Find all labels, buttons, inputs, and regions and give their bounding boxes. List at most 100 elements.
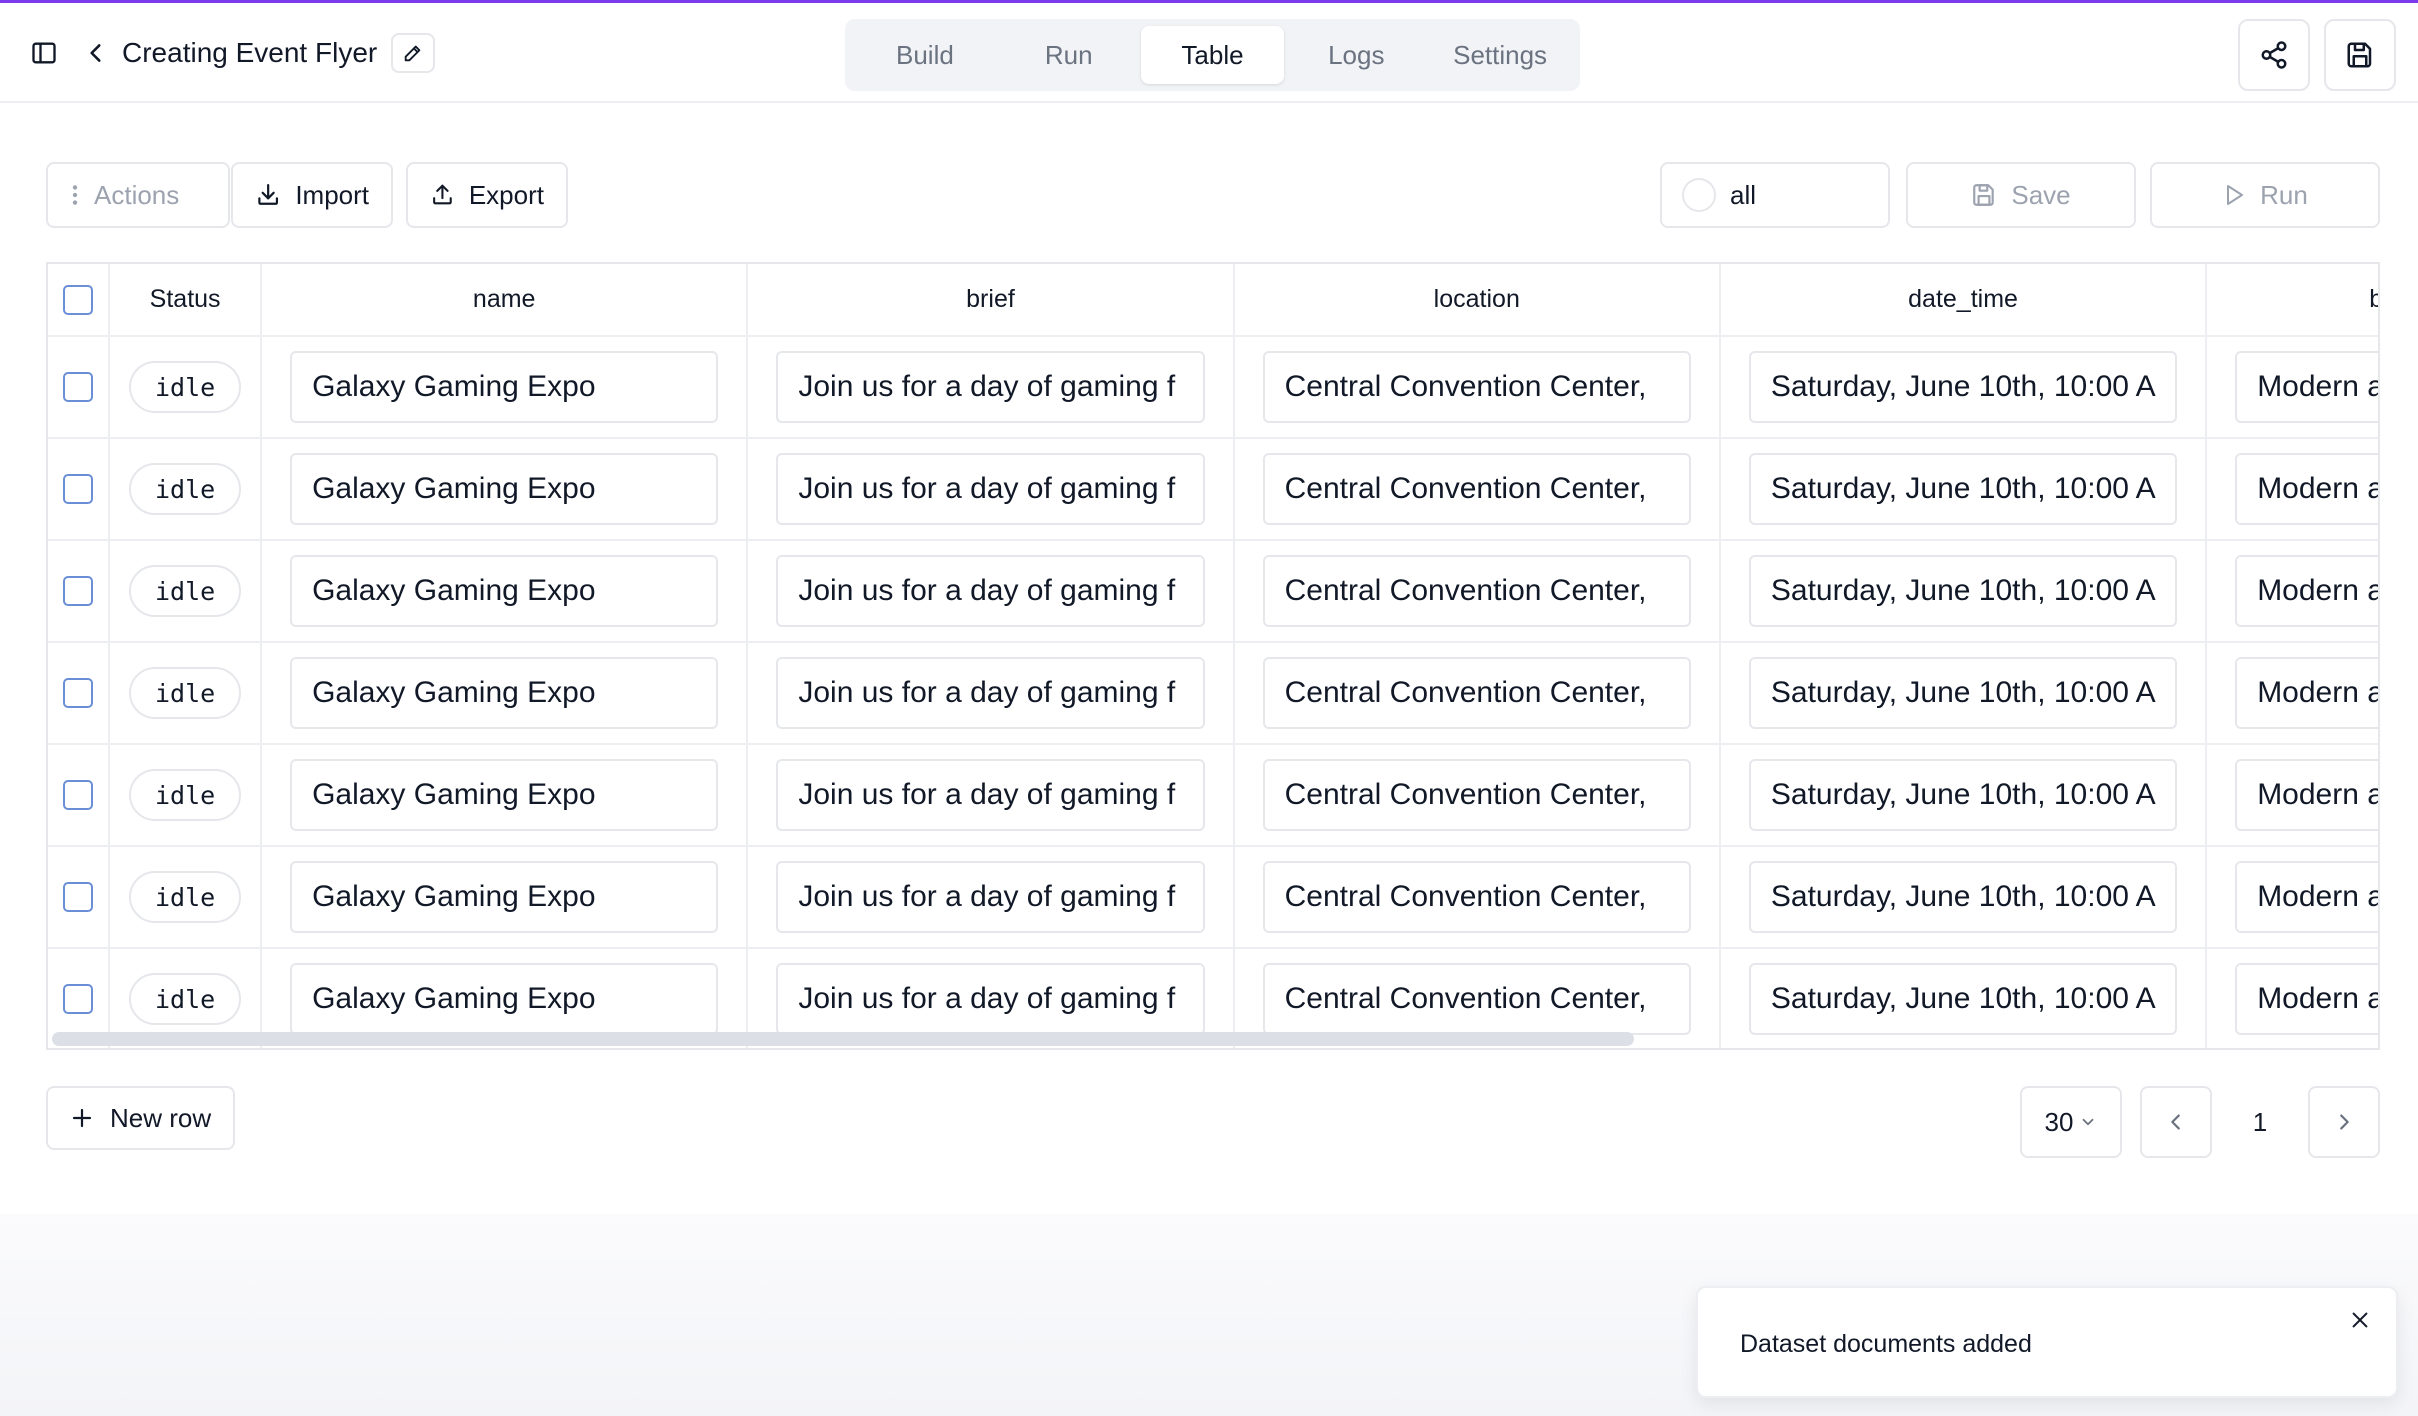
page-size-value: 30	[2044, 1106, 2074, 1137]
row-checkbox[interactable]	[63, 780, 94, 810]
row-filter-select[interactable]: all	[1660, 162, 1890, 228]
new-row-button[interactable]: New row	[46, 1086, 236, 1150]
status-badge: idle	[129, 871, 242, 923]
location-input[interactable]: Central Convention Center,	[1262, 759, 1691, 831]
brand-color-input[interactable]: Modern and sleek	[2235, 657, 2378, 729]
brand-color-input[interactable]: Modern and sleek	[2235, 861, 2378, 933]
next-page-button[interactable]	[2308, 1086, 2380, 1158]
tab-build[interactable]: Build	[853, 26, 997, 84]
date-time-input[interactable]: Saturday, June 10th, 10:00 A	[1748, 351, 2178, 423]
vertical-dots-icon	[72, 185, 78, 205]
name-input[interactable]: Galaxy Gaming Expo	[290, 861, 719, 933]
back-button[interactable]	[76, 33, 116, 73]
column-header-location[interactable]: location	[1233, 264, 1721, 337]
table-row: idle Galaxy Gaming Expo Join us for a da…	[48, 438, 2378, 541]
sidebar-toggle-icon	[32, 42, 56, 64]
date-time-input[interactable]: Saturday, June 10th, 10:00 A	[1748, 861, 2178, 933]
row-checkbox[interactable]	[63, 678, 94, 708]
run-label: Run	[2260, 179, 2308, 210]
location-input[interactable]: Central Convention Center,	[1262, 555, 1691, 627]
brand-color-input[interactable]: Modern and sleek	[2235, 759, 2378, 831]
import-button[interactable]: Import	[231, 162, 393, 228]
row-checkbox[interactable]	[63, 372, 94, 402]
status-cell: idle	[109, 438, 263, 541]
name-input[interactable]: Galaxy Gaming Expo	[290, 759, 719, 831]
page-size-select[interactable]: 30	[2020, 1086, 2122, 1158]
new-row-label: New row	[110, 1102, 212, 1133]
floppy-disk-icon	[1973, 184, 1995, 206]
save-flow-button[interactable]	[2324, 19, 2396, 91]
location-input[interactable]: Central Convention Center,	[1262, 861, 1691, 933]
tab-run[interactable]: Run	[997, 26, 1141, 84]
brief-input[interactable]: Join us for a day of gaming f	[776, 351, 1205, 423]
location-cell: Central Convention Center,	[1233, 540, 1721, 643]
location-cell: Central Convention Center,	[1233, 846, 1721, 949]
row-checkbox[interactable]	[63, 474, 94, 504]
brief-input[interactable]: Join us for a day of gaming f	[776, 759, 1205, 831]
location-input[interactable]: Central Convention Center,	[1262, 963, 1691, 1035]
status-cell: idle	[109, 744, 263, 847]
sidebar-toggle-button[interactable]	[24, 33, 64, 73]
column-header-status[interactable]: Status	[109, 264, 263, 337]
horizontal-scrollbar[interactable]	[52, 1032, 1634, 1046]
dataset-table: Status name brief location date_time bra…	[46, 262, 2380, 1050]
date-time-cell: Saturday, June 10th, 10:00 A	[1719, 336, 2208, 439]
date-time-cell: Saturday, June 10th, 10:00 A	[1719, 438, 2208, 541]
date-time-cell: Saturday, June 10th, 10:00 A	[1719, 948, 2208, 1048]
tab-settings[interactable]: Settings	[1428, 26, 1572, 84]
brief-input[interactable]: Join us for a day of gaming f	[776, 555, 1205, 627]
table-header-row: Status name brief location date_time bra…	[48, 264, 2378, 337]
brief-input[interactable]: Join us for a day of gaming f	[776, 963, 1205, 1035]
row-checkbox[interactable]	[63, 576, 94, 606]
row-checkbox[interactable]	[63, 882, 94, 912]
name-cell: Galaxy Gaming Expo	[261, 438, 749, 541]
previous-page-button[interactable]	[2140, 1086, 2212, 1158]
edit-title-button[interactable]	[391, 33, 436, 73]
brand-color-input[interactable]: Modern and sleek	[2235, 555, 2378, 627]
name-input[interactable]: Galaxy Gaming Expo	[290, 657, 719, 729]
date-time-input[interactable]: Saturday, June 10th, 10:00 A	[1748, 657, 2178, 729]
status-badge: idle	[129, 463, 242, 515]
location-input[interactable]: Central Convention Center,	[1262, 453, 1691, 525]
brief-input[interactable]: Join us for a day of gaming f	[776, 453, 1205, 525]
name-input[interactable]: Galaxy Gaming Expo	[290, 555, 719, 627]
location-input[interactable]: Central Convention Center,	[1262, 657, 1691, 729]
filter-label: all	[1730, 179, 1757, 210]
row-select-cell	[48, 438, 111, 541]
date-time-input[interactable]: Saturday, June 10th, 10:00 A	[1748, 555, 2178, 627]
date-time-cell: Saturday, June 10th, 10:00 A	[1719, 540, 2208, 643]
brand-color-cell: Modern and sleek	[2206, 846, 2378, 949]
brief-input[interactable]: Join us for a day of gaming f	[776, 657, 1205, 729]
row-checkbox[interactable]	[63, 984, 94, 1014]
select-all-checkbox[interactable]	[63, 284, 94, 315]
brand-color-input[interactable]: Modern and sleek	[2235, 453, 2378, 525]
brief-cell: Join us for a day of gaming f	[747, 336, 1235, 439]
tab-table[interactable]: Table	[1140, 26, 1285, 84]
save-button[interactable]: Save	[1906, 162, 2136, 228]
name-input[interactable]: Galaxy Gaming Expo	[290, 453, 719, 525]
run-button[interactable]: Run	[2150, 162, 2380, 228]
date-time-input[interactable]: Saturday, June 10th, 10:00 A	[1748, 453, 2178, 525]
tab-logs[interactable]: Logs	[1284, 26, 1428, 84]
toast-close-button[interactable]	[2342, 1302, 2378, 1338]
brand-color-input[interactable]: Modern and sleek	[2235, 351, 2378, 423]
brief-input[interactable]: Join us for a day of gaming f	[776, 861, 1205, 933]
column-header-brief[interactable]: brief	[747, 264, 1235, 337]
row-select-cell	[48, 642, 111, 745]
name-input[interactable]: Galaxy Gaming Expo	[290, 351, 719, 423]
brand-color-input[interactable]: Modern and sleek	[2235, 963, 2378, 1035]
name-input[interactable]: Galaxy Gaming Expo	[290, 963, 719, 1035]
plus-icon	[72, 1108, 92, 1128]
download-icon	[258, 184, 279, 205]
date-time-input[interactable]: Saturday, June 10th, 10:00 A	[1748, 963, 2178, 1035]
share-button[interactable]	[2238, 19, 2310, 91]
close-icon	[2352, 1312, 2368, 1328]
header-left: Creating Event Flyer	[24, 29, 436, 77]
date-time-input[interactable]: Saturday, June 10th, 10:00 A	[1748, 759, 2178, 831]
location-input[interactable]: Central Convention Center,	[1262, 351, 1691, 423]
actions-button[interactable]: Actions	[46, 162, 230, 228]
column-header-brand-color[interactable]: brand_colc	[2206, 264, 2378, 337]
column-header-date-time[interactable]: date_time	[1719, 264, 2208, 337]
export-button[interactable]: Export	[406, 162, 568, 228]
column-header-name[interactable]: name	[261, 264, 749, 337]
